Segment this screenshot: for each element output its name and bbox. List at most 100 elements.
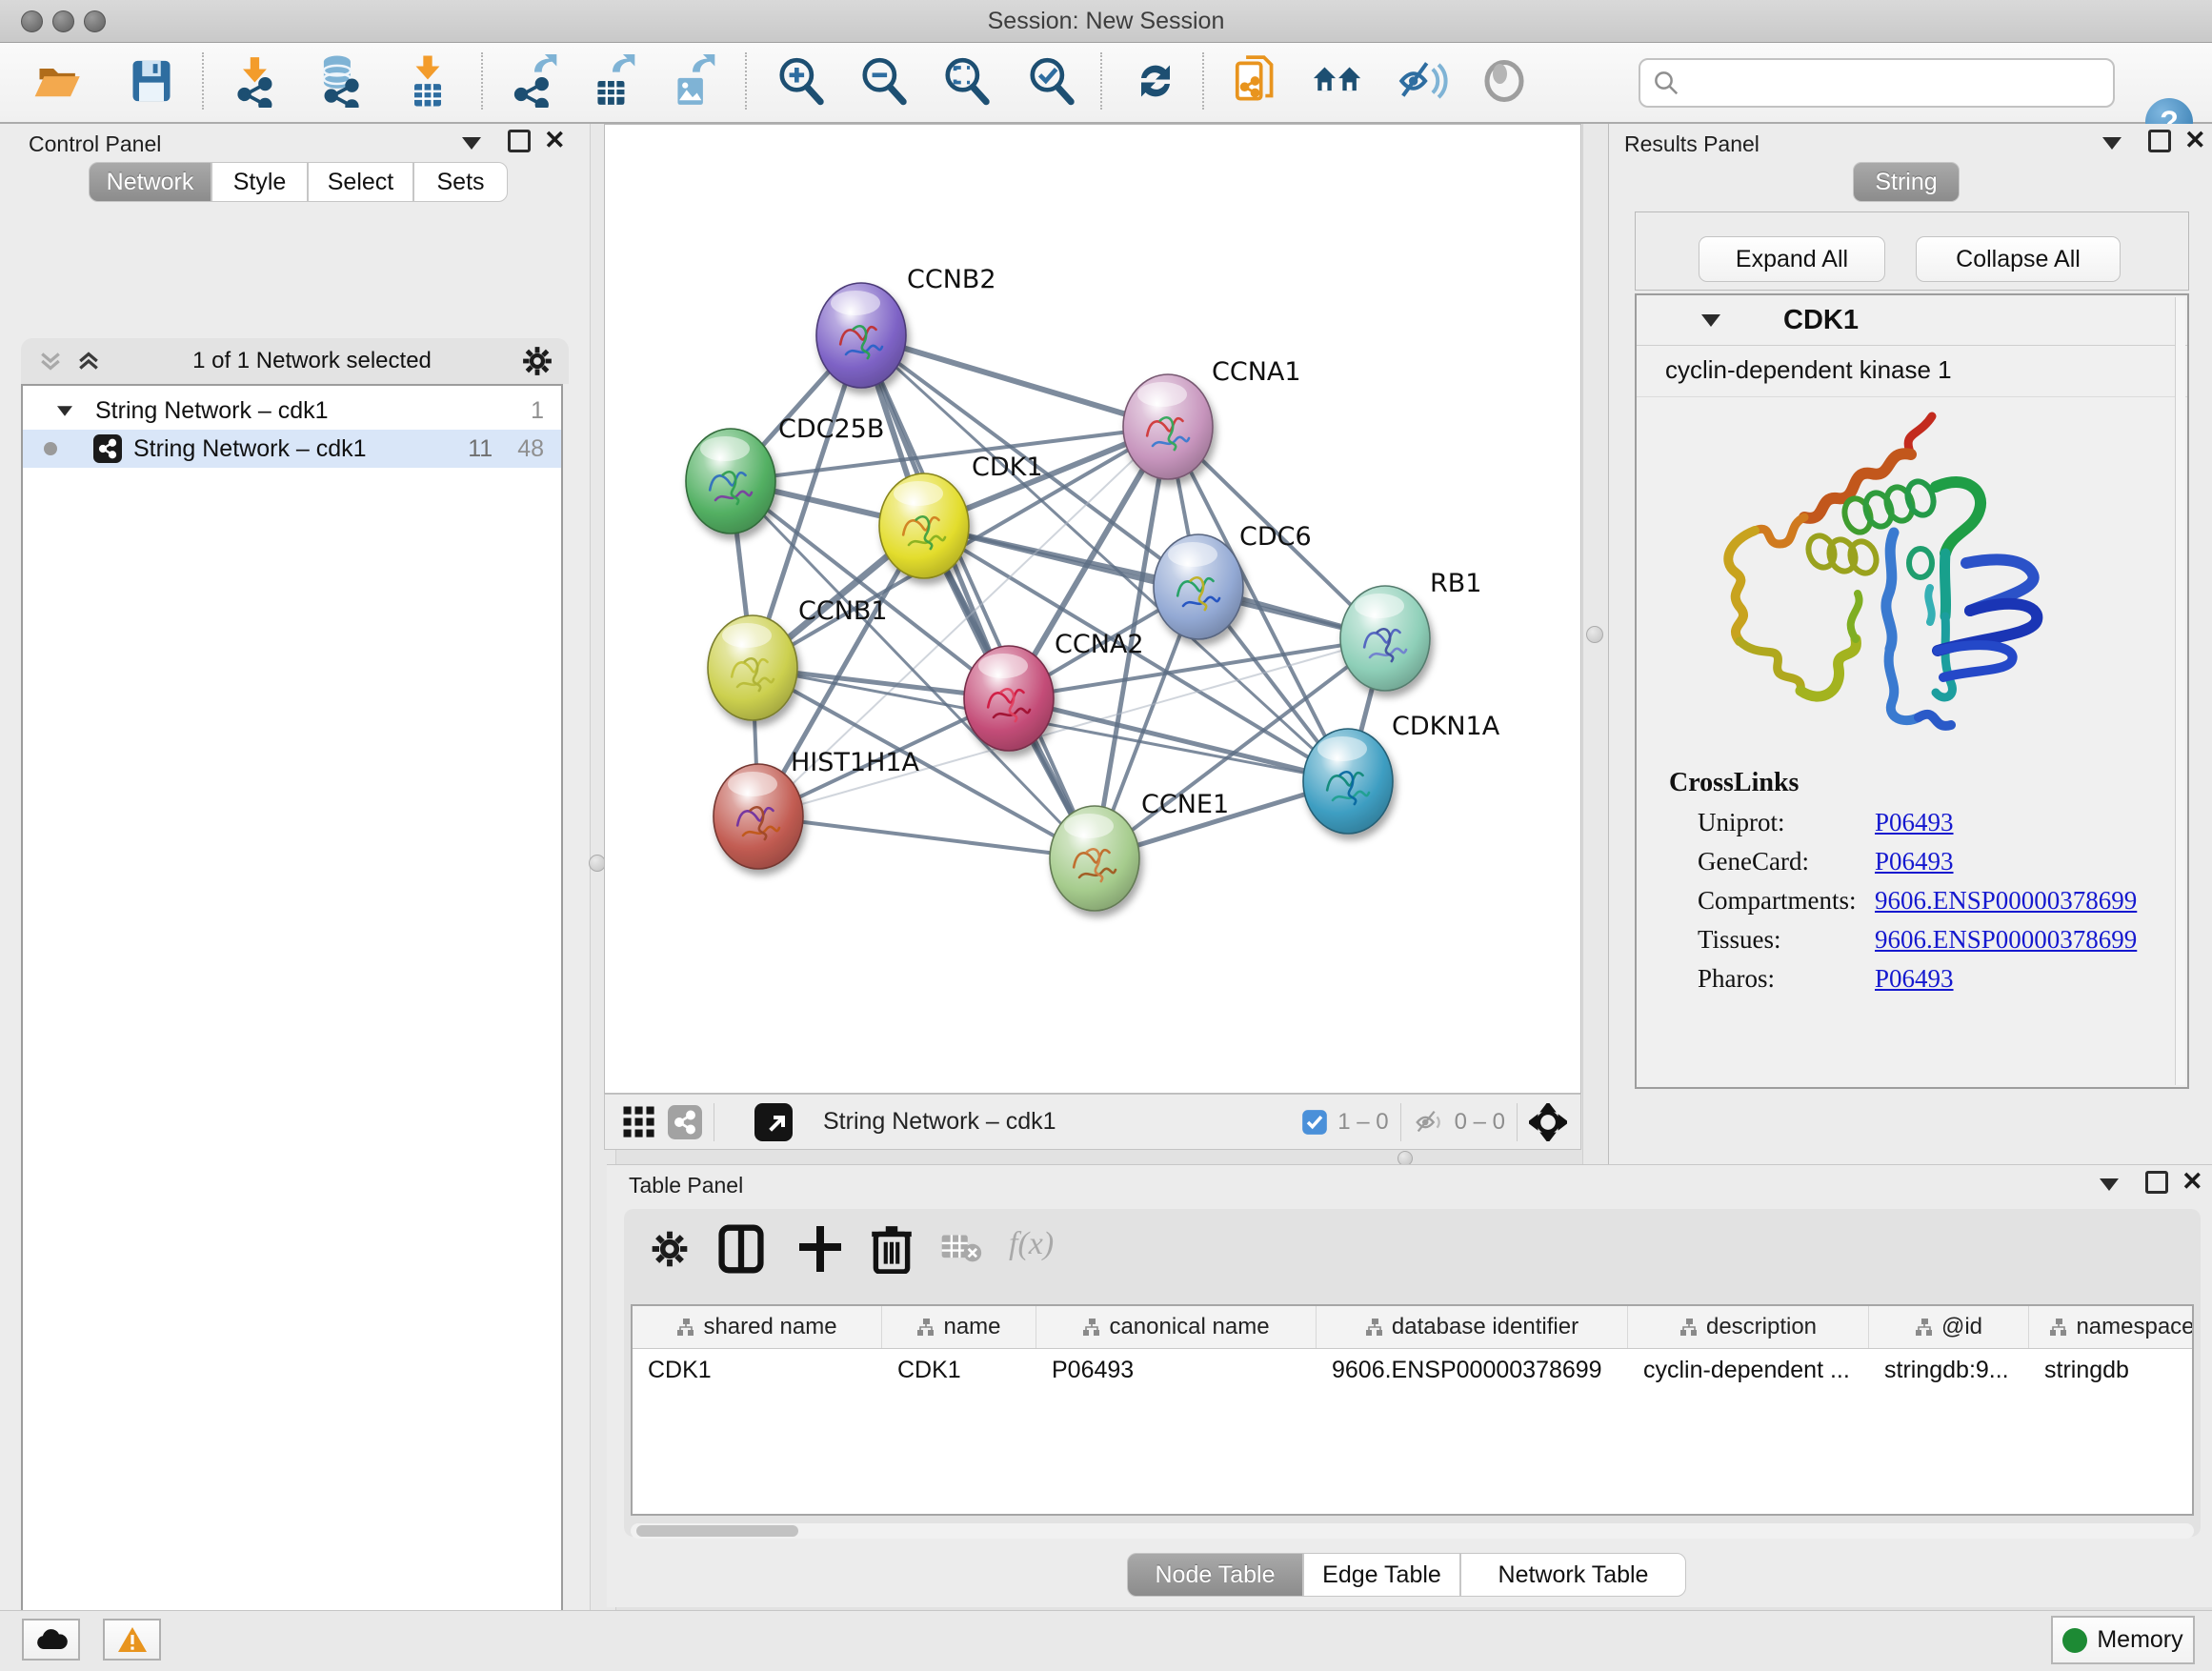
crosslink-uniprot[interactable]: P06493: [1875, 808, 1954, 837]
zoom-in-button[interactable]: [772, 50, 831, 111]
node-CDC6[interactable]: [1154, 534, 1243, 639]
column-header-database-identifier[interactable]: database identifier: [1317, 1306, 1628, 1348]
table-horizontal-scrollbar[interactable]: [631, 1523, 2194, 1539]
expand-all-networks-icon[interactable]: [74, 347, 103, 375]
tab-string[interactable]: String: [1853, 162, 1960, 202]
node-CCNB1[interactable]: [708, 615, 797, 720]
network-row[interactable]: String Network – cdk1 11 48: [23, 430, 561, 468]
right-splitter-grip[interactable]: [1586, 626, 1603, 643]
add-column-icon[interactable]: [797, 1224, 843, 1274]
collapse-all-networks-icon[interactable]: [36, 347, 65, 375]
export-image-button[interactable]: [663, 50, 722, 111]
control-panel-close-icon[interactable]: ✕: [544, 128, 566, 153]
save-session-button[interactable]: [122, 50, 181, 111]
cell-description[interactable]: cyclin-dependent ...: [1628, 1349, 1869, 1391]
column-header-description[interactable]: description: [1628, 1306, 1869, 1348]
node-CCNA2[interactable]: [964, 646, 1054, 751]
cell-name[interactable]: CDK1: [882, 1349, 1036, 1391]
node-CCNA1[interactable]: [1123, 374, 1213, 479]
pan-crosshair-icon[interactable]: [1529, 1103, 1567, 1141]
search-input[interactable]: [1686, 69, 2113, 97]
node-HIST1H1A[interactable]: [714, 764, 803, 869]
crosslink-compartments[interactable]: 9606.ENSP00000378699: [1875, 886, 2137, 916]
cell-canonical-name[interactable]: P06493: [1036, 1349, 1317, 1391]
cell-id[interactable]: stringdb:9...: [1869, 1349, 2029, 1391]
edge-CCNE1-HIST1H1A[interactable]: [758, 816, 1095, 858]
results-panel-menu-icon[interactable]: [2102, 137, 2122, 150]
import-network-file-button[interactable]: [227, 50, 286, 111]
network-collection-row[interactable]: String Network – cdk1 1: [23, 392, 561, 430]
open-session-button[interactable]: [29, 50, 88, 111]
zoom-selected-button[interactable]: [1022, 50, 1081, 111]
network-badge-icon[interactable]: [668, 1105, 702, 1139]
node-CDK1[interactable]: [879, 473, 969, 578]
birds-eye-grid-icon[interactable]: [622, 1105, 656, 1139]
zoom-out-button[interactable]: [855, 50, 914, 111]
tab-network[interactable]: Network: [89, 162, 211, 202]
table-panel-menu-icon[interactable]: [2100, 1178, 2119, 1191]
column-header-id[interactable]: @id: [1869, 1306, 2029, 1348]
homes-button[interactable]: [1309, 50, 1368, 111]
node-CCNB2[interactable]: [816, 283, 906, 388]
cell-shared-name[interactable]: CDK1: [633, 1349, 882, 1391]
gene-section-header[interactable]: CDK1: [1637, 295, 2187, 346]
selected-checkbox-icon[interactable]: [1301, 1109, 1328, 1136]
node-CDKN1A[interactable]: [1303, 729, 1393, 834]
table-row[interactable]: CDK1 CDK1 P06493 9606.ENSP00000378699 cy…: [633, 1349, 2192, 1391]
results-panel-float-icon[interactable]: [2148, 130, 2171, 152]
column-header-name[interactable]: name: [882, 1306, 1036, 1348]
table-panel-float-icon[interactable]: [2145, 1171, 2168, 1194]
warnings-button[interactable]: [103, 1619, 161, 1661]
node-RB1[interactable]: [1340, 586, 1430, 691]
cell-database-identifier[interactable]: 9606.ENSP00000378699: [1317, 1349, 1628, 1391]
function-builder-button[interactable]: f(x): [1009, 1226, 1054, 1262]
network-options-gear-icon[interactable]: [521, 345, 553, 377]
delete-column-trash-icon[interactable]: [870, 1222, 914, 1274]
column-header-shared-name[interactable]: shared name: [633, 1306, 882, 1348]
crosslink-pharos[interactable]: P06493: [1875, 964, 1954, 994]
node-CDC25B[interactable]: [686, 429, 775, 534]
gene-disclosure-icon[interactable]: [1701, 314, 1720, 327]
tab-style[interactable]: Style: [211, 162, 308, 202]
results-scrollbar[interactable]: [2175, 297, 2185, 1085]
tab-select[interactable]: Select: [308, 162, 413, 202]
zoom-fit-button[interactable]: [937, 50, 996, 111]
hide-selected-button[interactable]: [1393, 50, 1452, 111]
import-table-button[interactable]: [398, 50, 457, 111]
memory-button[interactable]: Memory: [2051, 1616, 2195, 1664]
edge-CCNB2-CCNA1[interactable]: [861, 335, 1168, 427]
control-panel-float-icon[interactable]: [508, 130, 531, 152]
crosslink-tissues[interactable]: 9606.ENSP00000378699: [1875, 925, 2137, 955]
tab-sets[interactable]: Sets: [413, 162, 508, 202]
cell-namespace[interactable]: stringdb: [2029, 1349, 2194, 1391]
detach-view-icon[interactable]: [754, 1103, 793, 1141]
scrollbar-thumb[interactable]: [636, 1525, 798, 1537]
collection-disclosure-icon[interactable]: [57, 406, 72, 415]
network-canvas[interactable]: CCNB2CCNA1CDC25BCDK1CDC6RB1CCNB1CCNA2CDK…: [604, 124, 1581, 1094]
share-document-button[interactable]: [1227, 50, 1286, 111]
table-panel-close-icon[interactable]: ✕: [2182, 1169, 2203, 1195]
tab-network-table[interactable]: Network Table: [1460, 1553, 1686, 1597]
edge-CCNA2-CDKN1A[interactable]: [1009, 698, 1348, 781]
cloud-button[interactable]: [22, 1619, 80, 1661]
show-all-button[interactable]: [1475, 50, 1534, 111]
column-header-canonical-name[interactable]: canonical name: [1036, 1306, 1317, 1348]
export-table-button[interactable]: [583, 50, 642, 111]
crosslink-genecard[interactable]: P06493: [1875, 847, 1954, 876]
right-splitter[interactable]: [1582, 124, 1609, 1164]
expand-all-button[interactable]: Expand All: [1699, 236, 1885, 282]
refresh-button[interactable]: [1126, 50, 1185, 111]
control-panel-menu-icon[interactable]: [462, 137, 481, 150]
import-network-database-button[interactable]: [311, 50, 370, 111]
delete-table-icon[interactable]: [940, 1232, 982, 1264]
collapse-all-button[interactable]: Collapse All: [1916, 236, 2121, 282]
tab-node-table[interactable]: Node Table: [1127, 1553, 1303, 1597]
results-panel-close-icon[interactable]: ✕: [2184, 128, 2206, 153]
tab-edge-table[interactable]: Edge Table: [1303, 1553, 1460, 1597]
column-header-namespace[interactable]: namespace: [2029, 1306, 2194, 1348]
node-CCNE1[interactable]: [1050, 806, 1139, 911]
show-columns-icon[interactable]: [717, 1224, 765, 1274]
edge-CCNB2-CCNE1[interactable]: [861, 335, 1095, 858]
table-options-gear-icon[interactable]: [649, 1228, 691, 1270]
export-network-button[interactable]: [505, 50, 564, 111]
